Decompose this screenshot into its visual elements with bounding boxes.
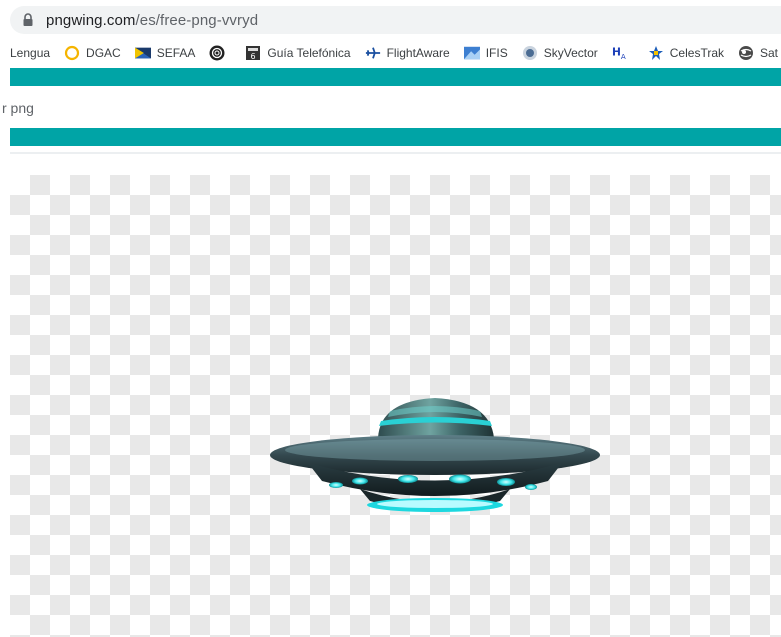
search-query-text[interactable]: r png — [2, 100, 34, 116]
url-path: /es/free-png-vvryd — [135, 11, 259, 29]
airplane-icon — [365, 45, 381, 61]
globe-icon — [738, 45, 754, 61]
spiral-icon — [209, 45, 225, 61]
bookmarks-bar: Lengua DGAC SEFAA 6 Guía Telefónica Flig… — [0, 38, 781, 68]
url-text[interactable]: pngwing.com/es/free-png-vvryd — [46, 12, 258, 29]
bookmark-guia-telefonica[interactable]: 6 Guía Telefónica — [238, 41, 357, 65]
svg-text:H: H — [612, 46, 621, 59]
ifis-icon — [463, 45, 480, 61]
flag-icon — [134, 45, 151, 61]
satellite-icon — [648, 45, 664, 61]
bookmark-sefaa[interactable]: SEFAA — [128, 41, 203, 65]
bookmark-sat-flare[interactable]: Sat Flare — [731, 41, 781, 65]
bookmark-label: FlightAware — [386, 46, 450, 60]
lock-icon[interactable] — [22, 13, 34, 27]
bookmark-celestrak[interactable]: CelesTrak — [641, 41, 731, 65]
bookmark-label: IFIS — [485, 46, 508, 60]
bookmark-label: Guía Telefónica — [267, 46, 351, 60]
phonebook-icon: 6 — [245, 45, 261, 61]
ha-icon: HA — [612, 45, 628, 61]
bookmark-spiral[interactable] — [202, 41, 238, 65]
bookmark-ha[interactable]: HA — [605, 41, 641, 65]
address-bar: pngwing.com/es/free-png-vvryd — [0, 0, 781, 38]
svg-text:A: A — [621, 52, 626, 61]
bookmark-label: DGAC — [86, 46, 121, 60]
bookmark-ifis[interactable]: IFIS — [457, 41, 515, 65]
url-host: pngwing.com — [46, 11, 136, 29]
bookmark-label: CelesTrak — [669, 46, 724, 60]
svg-text:6: 6 — [251, 52, 256, 61]
skyvector-icon — [522, 45, 538, 61]
ufo-image — [270, 398, 600, 512]
bookmark-skyvector[interactable]: SkyVector — [515, 41, 605, 65]
bookmark-dgac[interactable]: DGAC — [57, 41, 128, 65]
bookmark-label: Sat Flare — [760, 46, 781, 60]
nav-accent-bar — [10, 128, 781, 146]
bookmark-label: SEFAA — [156, 46, 196, 60]
bookmark-label: SkyVector — [543, 46, 598, 60]
header-accent-bar — [10, 68, 781, 86]
bookmark-lengua[interactable]: Lengua — [0, 41, 57, 65]
bookmark-label: Lengua — [10, 46, 51, 60]
divider — [10, 152, 781, 154]
ring-icon — [64, 45, 80, 61]
omnibox[interactable]: pngwing.com/es/free-png-vvryd — [10, 6, 781, 34]
search-area — [0, 86, 781, 128]
bookmark-flightaware[interactable]: FlightAware — [358, 41, 457, 65]
